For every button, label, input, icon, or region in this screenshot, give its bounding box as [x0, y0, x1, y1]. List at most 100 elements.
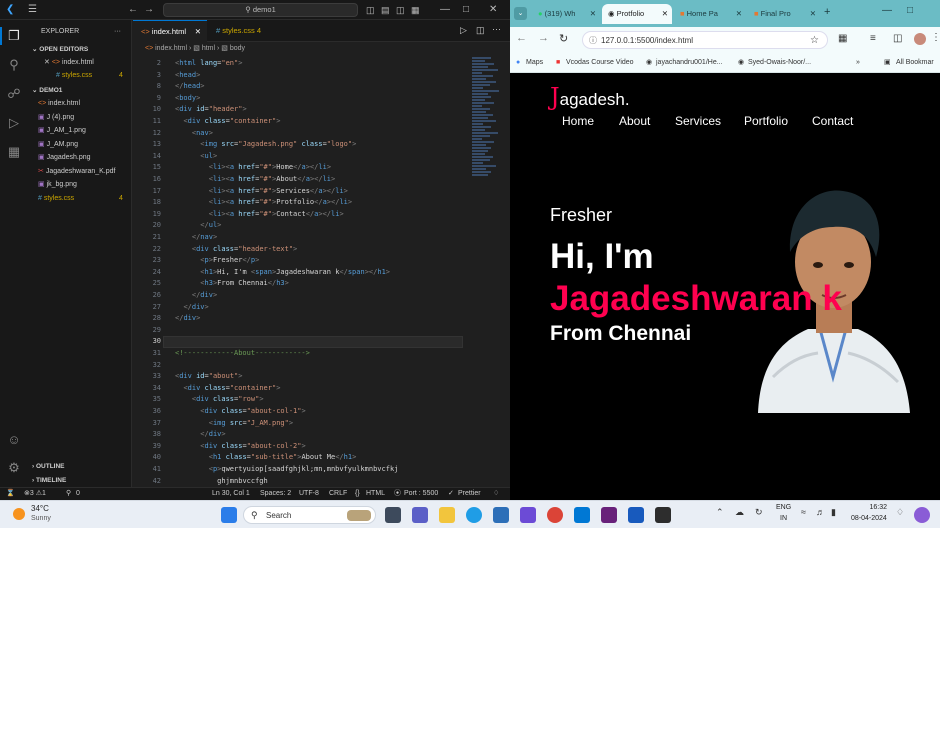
browser-tab-active[interactable]: ◉ Protfolio ✕	[602, 4, 672, 24]
run-icon[interactable]: ▷	[460, 25, 467, 36]
weather-sun-icon[interactable]	[13, 508, 25, 520]
customize-layout-icon[interactable]: ▦	[411, 3, 420, 17]
minimize-icon[interactable]: —	[440, 3, 450, 17]
teams-icon[interactable]	[412, 507, 428, 523]
task-view-icon[interactable]	[385, 507, 401, 523]
language-mode[interactable]: HTML	[366, 488, 385, 500]
breadcrumb-item[interactable]: index.html	[155, 45, 187, 52]
folder-header[interactable]: ⌄ DEMO1	[28, 84, 132, 97]
remote-icon[interactable]: ⌛	[6, 488, 15, 500]
volume-icon[interactable]: ♬	[816, 507, 825, 517]
toggle-panel-icon[interactable]: ▤	[381, 3, 390, 17]
bookmark-star-icon[interactable]: ☆	[810, 32, 819, 50]
explorer-icon[interactable]: ❐	[0, 28, 28, 44]
cloud-icon[interactable]: ☁	[735, 507, 744, 518]
code-editor[interactable]: 2 <html lang="en"> 3 <head> 8 </head> 9 <body> 1…	[133, 56, 510, 486]
notification-bell-icon[interactable]: ♢	[896, 507, 904, 518]
menu-icon[interactable]: ☰	[28, 3, 37, 17]
nav-services[interactable]: Services	[675, 114, 721, 128]
file-tree-item[interactable]: # styles.css 4	[28, 192, 132, 205]
minimap[interactable]	[472, 56, 504, 236]
store-icon[interactable]	[493, 507, 509, 523]
cursor-position[interactable]: Ln 30, Col 1	[212, 488, 250, 500]
search-icon[interactable]: ⚲	[0, 57, 28, 73]
file-tree-item[interactable]: <> index.html	[28, 97, 132, 110]
vscode-taskbar-icon[interactable]	[574, 507, 590, 523]
chevron-up-icon[interactable]: ⌃	[716, 507, 724, 518]
new-tab-icon[interactable]: +	[824, 6, 830, 18]
prettier-status[interactable]: Prettier	[458, 488, 481, 500]
source-control-icon[interactable]: ☍	[0, 86, 28, 102]
edge-browser-icon[interactable]	[466, 507, 482, 523]
open-editor-item[interactable]: ✕ <> index.html	[28, 56, 132, 69]
clock-date[interactable]: 08-04-2024	[851, 515, 891, 522]
terminal-icon[interactable]	[655, 507, 671, 523]
sync-icon[interactable]: ↻	[755, 507, 763, 518]
run-debug-icon[interactable]: ▷	[0, 115, 28, 131]
breadcrumb-item[interactable]: html	[202, 45, 215, 52]
maximize-icon[interactable]: □	[463, 3, 469, 17]
breadcrumb-item[interactable]: body	[230, 45, 245, 52]
app-icon[interactable]	[520, 507, 536, 523]
browser-tab[interactable]: ■ Final Pro ✕	[748, 4, 820, 24]
site-logo[interactable]: Jagadesh.	[550, 83, 630, 111]
address-bar[interactable]: ⓘ 127.0.0.1:5500/index.html ☆	[582, 31, 828, 49]
tab-search-icon[interactable]: ⌄	[514, 7, 527, 20]
accounts-icon[interactable]: ☺	[0, 432, 28, 447]
toggle-secondary-sidebar-icon[interactable]: ◫	[396, 3, 405, 17]
back-arrow-icon[interactable]: ←	[516, 32, 527, 44]
nav-about[interactable]: About	[619, 114, 650, 128]
browser-tab[interactable]: ■ Home Pa ✕	[674, 4, 746, 24]
encoding-status[interactable]: UTF-8	[299, 488, 319, 500]
more-actions-icon[interactable]: ···	[492, 24, 501, 34]
bookmark-item[interactable]: jayachandru001/He...	[656, 53, 723, 72]
close-icon[interactable]: ✕	[662, 4, 668, 24]
timeline-header[interactable]: › TIMELINE	[28, 474, 132, 487]
word-icon[interactable]	[628, 507, 644, 523]
clock-time[interactable]: 16:32	[851, 504, 887, 511]
side-panel-icon[interactable]: ◫	[893, 33, 902, 44]
extensions-icon[interactable]: ▦	[0, 144, 28, 160]
site-info-icon[interactable]: ⓘ	[589, 32, 597, 50]
file-explorer-icon[interactable]	[439, 507, 455, 523]
open-editors-header[interactable]: ⌄ OPEN EDITORS	[28, 43, 132, 56]
file-tree-item[interactable]: ▣ Jagadesh.png	[28, 151, 132, 164]
close-icon[interactable]: ✕	[736, 4, 742, 24]
settings-gear-icon[interactable]: ⚙	[0, 460, 28, 476]
close-icon[interactable]: ✕	[195, 21, 201, 43]
more-bookmarks-icon[interactable]: »	[856, 53, 860, 72]
split-editor-icon[interactable]: ◫	[476, 25, 485, 36]
menu-kebab-icon[interactable]: ⋮	[931, 32, 940, 43]
live-server-port[interactable]: Port : 5500	[404, 488, 438, 500]
indentation-status[interactable]: Spaces: 2	[260, 488, 291, 500]
more-actions-icon[interactable]: ···	[114, 25, 130, 38]
toggle-sidebar-icon[interactable]: ◫	[366, 3, 375, 17]
nav-portfolio[interactable]: Portfolio	[744, 114, 788, 128]
weather-condition[interactable]: Sunny	[31, 515, 51, 522]
all-bookmarks[interactable]: All Bookmar	[896, 53, 934, 72]
chrome-icon[interactable]	[547, 507, 563, 523]
language-indicator[interactable]: ENG	[776, 504, 791, 511]
file-tree-item[interactable]: ▣ J_AM_1.png	[28, 124, 132, 137]
bookmark-item[interactable]: Syed-Owais-Noor/...	[748, 53, 811, 72]
command-center-search[interactable]: ⚲ demo1	[163, 3, 358, 17]
nav-home[interactable]: Home	[562, 114, 594, 128]
minimize-icon[interactable]: —	[882, 5, 892, 16]
tab-styles-css[interactable]: # styles.css 4	[208, 20, 288, 42]
close-icon[interactable]: ✕	[810, 4, 816, 24]
problems-status[interactable]: ⊗3 ⚠1	[24, 488, 46, 500]
close-icon[interactable]: ✕	[489, 3, 497, 17]
windows-start-icon[interactable]	[221, 507, 237, 523]
bookmark-item[interactable]: Maps	[526, 53, 543, 72]
forward-arrow-icon[interactable]: →	[144, 3, 154, 17]
back-arrow-icon[interactable]: ←	[128, 3, 138, 17]
ports-status[interactable]: 0	[76, 488, 80, 500]
taskbar-search[interactable]: ⚲ Search	[243, 506, 376, 524]
file-tree-item[interactable]: ▣ J (4).png	[28, 111, 132, 124]
close-icon[interactable]: ✕	[590, 4, 596, 24]
region-indicator[interactable]: IN	[780, 515, 787, 522]
visual-studio-icon[interactable]	[601, 507, 617, 523]
nav-contact[interactable]: Contact	[812, 114, 853, 128]
reload-icon[interactable]: ↻	[559, 32, 568, 45]
forward-arrow-icon[interactable]: →	[538, 32, 549, 44]
